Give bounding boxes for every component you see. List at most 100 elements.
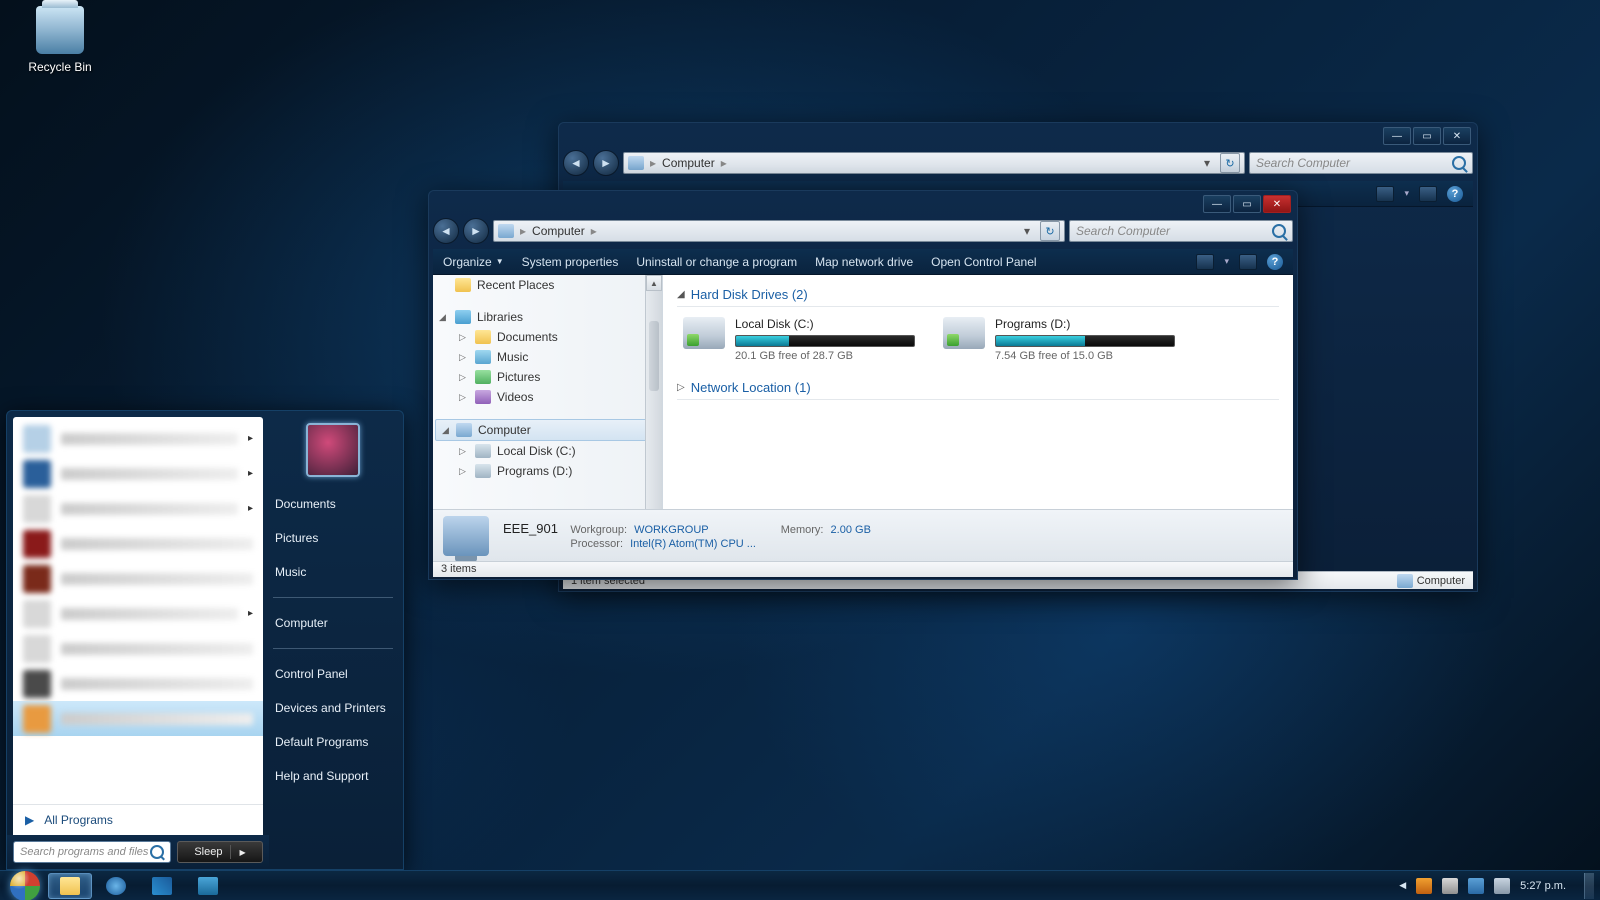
folder-icon xyxy=(60,877,80,895)
taskbar-item[interactable] xyxy=(94,873,138,899)
start-search-box[interactable]: Search programs and files xyxy=(13,841,171,863)
drive-icon xyxy=(943,317,985,349)
search-icon xyxy=(150,845,164,859)
pinned-program[interactable] xyxy=(13,526,263,561)
desktop-icon-recycle-bin[interactable]: Recycle Bin xyxy=(20,6,100,76)
taskbar-item[interactable] xyxy=(140,873,184,899)
pinned-program[interactable]: ▸ xyxy=(13,596,263,631)
content-pane: ◢ Hard Disk Drives (2) Local Disk (C:) 2… xyxy=(663,275,1293,529)
pinned-program[interactable]: ▸ xyxy=(13,491,263,526)
refresh-button[interactable]: ↻ xyxy=(1040,221,1060,241)
drive-free-space: 7.54 GB free of 15.0 GB xyxy=(995,350,1175,362)
taskbar-item-explorer[interactable] xyxy=(48,873,92,899)
app-icon xyxy=(152,877,172,895)
view-dropdown[interactable]: ▾ xyxy=(1404,188,1409,199)
view-options-button[interactable] xyxy=(1376,186,1394,202)
search-icon[interactable] xyxy=(1272,224,1286,238)
close-button[interactable]: ✕ xyxy=(1263,195,1291,213)
start-link-pictures[interactable]: Pictures xyxy=(273,527,393,549)
help-icon[interactable]: ? xyxy=(1267,254,1283,270)
group-network-location[interactable]: ▷ Network Location (1) xyxy=(677,376,1279,400)
taskbar-item[interactable] xyxy=(186,873,230,899)
drive-local-disk-c[interactable]: Local Disk (C:) 20.1 GB free of 28.7 GB xyxy=(683,317,915,362)
start-link-documents[interactable]: Documents xyxy=(273,493,393,515)
pinned-program[interactable]: ▸ xyxy=(13,456,263,491)
refresh-button[interactable]: ↻ xyxy=(1220,153,1240,173)
nav-computer[interactable]: ◢ Computer xyxy=(435,419,660,441)
tray-icon[interactable] xyxy=(1442,878,1458,894)
preview-pane-button[interactable] xyxy=(1239,254,1257,270)
show-desktop-button[interactable] xyxy=(1584,873,1594,899)
address-bar[interactable]: ▸ Computer ▸ ▾ ↻ xyxy=(493,220,1065,242)
tray-icon[interactable] xyxy=(1468,878,1484,894)
details-computer-name: EEE_901 xyxy=(503,521,558,536)
start-link-default-programs[interactable]: Default Programs xyxy=(273,731,393,753)
nav-local-disk-c[interactable]: ▷ Local Disk (C:) xyxy=(433,441,662,461)
tray-icon[interactable] xyxy=(1416,878,1432,894)
start-button[interactable] xyxy=(6,871,44,900)
nav-documents[interactable]: ▷ Documents xyxy=(433,327,662,347)
music-icon xyxy=(475,350,491,364)
pinned-program[interactable]: ▸ xyxy=(13,421,263,456)
close-button[interactable]: ✕ xyxy=(1443,127,1471,145)
breadcrumb-computer[interactable]: Computer xyxy=(662,156,715,170)
minimize-button[interactable]: — xyxy=(1383,127,1411,145)
maximize-button[interactable]: ▭ xyxy=(1413,127,1441,145)
drive-programs-d[interactable]: Programs (D:) 7.54 GB free of 15.0 GB xyxy=(943,317,1175,362)
forward-button[interactable]: ► xyxy=(593,150,619,176)
nav-music[interactable]: ▷ Music xyxy=(433,347,662,367)
search-box[interactable]: Search Computer xyxy=(1069,220,1293,242)
tray-expand-button[interactable]: ◀ xyxy=(1399,880,1406,891)
user-avatar[interactable] xyxy=(306,423,360,477)
preview-pane-button[interactable] xyxy=(1419,186,1437,202)
libraries-icon xyxy=(455,310,471,324)
nav-pictures[interactable]: ▷ Pictures xyxy=(433,367,662,387)
explorer-window-front[interactable]: — ▭ ✕ ◄ ► ▸ Computer ▸ ▾ ↻ Search Comput… xyxy=(428,190,1298,580)
scroll-thumb[interactable] xyxy=(649,321,659,391)
nav-libraries[interactable]: ◢ Libraries xyxy=(433,307,662,327)
tray-battery-icon[interactable] xyxy=(1494,878,1510,894)
all-programs-button[interactable]: ▶ All Programs xyxy=(13,804,263,835)
nav-scrollbar[interactable]: ▲ ▼ xyxy=(645,275,662,529)
open-control-panel-button[interactable]: Open Control Panel xyxy=(931,255,1036,269)
view-options-button[interactable] xyxy=(1196,254,1214,270)
address-dropdown[interactable]: ▾ xyxy=(1200,156,1214,170)
pinned-program[interactable] xyxy=(13,666,263,701)
maximize-button[interactable]: ▭ xyxy=(1233,195,1261,213)
nav-videos[interactable]: ▷ Videos xyxy=(433,387,662,407)
forward-button[interactable]: ► xyxy=(463,218,489,244)
system-properties-button[interactable]: System properties xyxy=(522,255,619,269)
breadcrumb-computer[interactable]: Computer xyxy=(532,224,585,238)
nav-programs-d[interactable]: ▷ Programs (D:) xyxy=(433,461,662,481)
address-dropdown[interactable]: ▾ xyxy=(1020,224,1034,238)
scroll-up-button[interactable]: ▲ xyxy=(646,275,662,291)
start-link-computer[interactable]: Computer xyxy=(273,612,393,634)
help-icon[interactable]: ? xyxy=(1447,186,1463,202)
pictures-icon xyxy=(475,370,491,384)
minimize-button[interactable]: — xyxy=(1203,195,1231,213)
pinned-program[interactable] xyxy=(13,631,263,666)
search-icon[interactable] xyxy=(1452,156,1466,170)
pinned-program[interactable] xyxy=(13,561,263,596)
start-link-help[interactable]: Help and Support xyxy=(273,765,393,787)
back-button[interactable]: ◄ xyxy=(433,218,459,244)
back-button[interactable]: ◄ xyxy=(563,150,589,176)
details-processor-label: Processor: xyxy=(561,538,627,550)
computer-icon xyxy=(456,423,472,437)
start-link-music[interactable]: Music xyxy=(273,561,393,583)
organize-button[interactable]: Organize▼ xyxy=(443,255,504,269)
sleep-button[interactable]: Sleep ▶ xyxy=(177,841,263,863)
group-hard-disk-drives[interactable]: ◢ Hard Disk Drives (2) xyxy=(677,283,1279,307)
view-dropdown[interactable]: ▾ xyxy=(1224,256,1229,267)
address-bar[interactable]: ▸ Computer ▸ ▾ ↻ xyxy=(623,152,1245,174)
map-network-drive-button[interactable]: Map network drive xyxy=(815,255,913,269)
search-box[interactable]: Search Computer xyxy=(1249,152,1473,174)
details-processor: Intel(R) Atom(TM) CPU ... xyxy=(630,538,756,550)
videos-icon xyxy=(475,390,491,404)
taskbar-clock[interactable]: 5:27 p.m. xyxy=(1520,880,1566,892)
pinned-program[interactable] xyxy=(13,701,263,736)
start-link-devices[interactable]: Devices and Printers xyxy=(273,697,393,719)
uninstall-button[interactable]: Uninstall or change a program xyxy=(636,255,797,269)
nav-recent-places[interactable]: Recent Places xyxy=(433,275,662,295)
start-link-control-panel[interactable]: Control Panel xyxy=(273,663,393,685)
